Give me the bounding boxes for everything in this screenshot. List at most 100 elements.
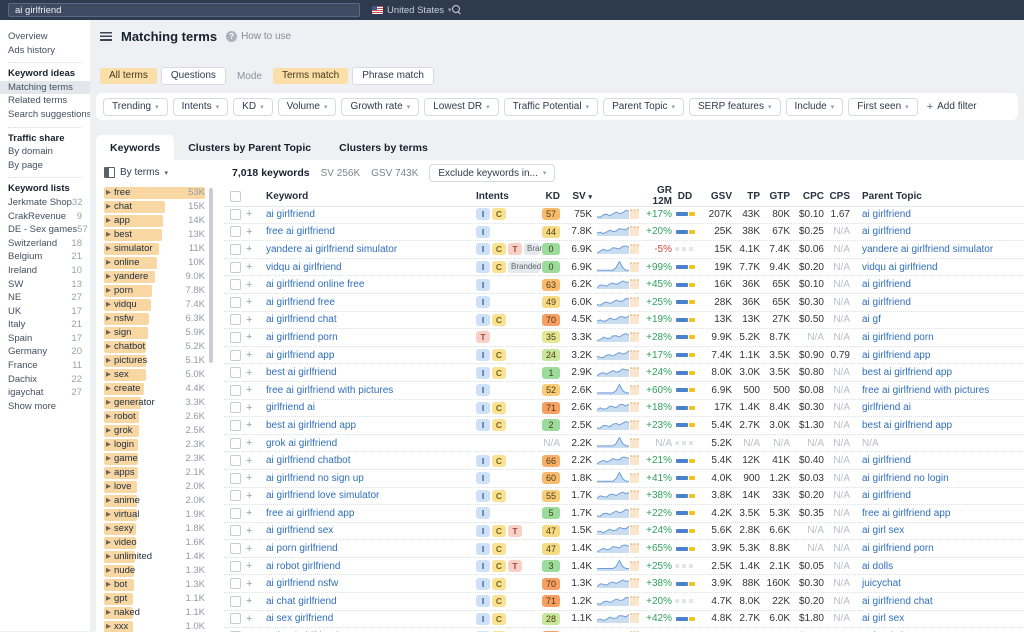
select-all-checkbox[interactable] [230, 191, 241, 202]
row-checkbox[interactable] [230, 561, 241, 572]
expand-caret-icon[interactable]: ▶ [106, 256, 111, 270]
parent-topic-link[interactable]: ai girlfriend [862, 297, 911, 308]
parent-topic-link[interactable]: ai girlfriend app [862, 350, 930, 361]
parent-topic-link[interactable]: ai girlfriend [862, 455, 911, 466]
col-cpc[interactable]: CPC [790, 191, 824, 202]
filter-volume[interactable]: Volume▾ [278, 98, 337, 116]
keyword-link[interactable]: yandere ai girlfriend simulator [266, 244, 397, 255]
term-filter-nude[interactable]: ▶ nude 1.3K [104, 564, 205, 578]
keyword-link[interactable]: best ai girlfriend [266, 367, 337, 378]
col-tp[interactable]: TP [732, 191, 760, 202]
add-to-list-button[interactable]: + [246, 402, 266, 414]
row-checkbox[interactable] [230, 262, 241, 273]
keyword-link[interactable]: ai girlfriend love simulator [266, 490, 379, 501]
expand-caret-icon[interactable]: ▶ [106, 312, 111, 326]
expand-caret-icon[interactable]: ▶ [106, 200, 111, 214]
row-checkbox[interactable] [230, 385, 241, 396]
term-filter-pictures[interactable]: ▶ pictures 5.1K [104, 354, 205, 368]
expand-caret-icon[interactable]: ▶ [106, 620, 111, 632]
sidebar-item-dachix[interactable]: Dachix22 [0, 373, 90, 387]
filter-first-seen[interactable]: First seen▾ [848, 98, 917, 116]
keyword-link[interactable]: ai porn girlfriend [266, 543, 338, 554]
parent-topic-link[interactable]: ai girlfriend porn [862, 543, 934, 554]
sidebar-item-france[interactable]: France11 [0, 359, 90, 373]
tab-terms-match[interactable]: Terms match [273, 68, 348, 84]
row-checkbox[interactable] [230, 543, 241, 554]
sidebar-item-ne[interactable]: NE27 [0, 291, 90, 305]
sidebar-item-germany[interactable]: Germany20 [0, 345, 90, 359]
keyword-link[interactable]: free ai girlfriend [266, 226, 335, 237]
add-to-list-button[interactable]: + [246, 226, 266, 238]
col-gtp[interactable]: GTP [760, 191, 790, 202]
sidebar-item-switzerland[interactable]: Switzerland18 [0, 237, 90, 251]
sidebar-item-crakrevenue[interactable]: CrakRevenue9 [0, 210, 90, 224]
term-filter-simulator[interactable]: ▶ simulator 11K [104, 242, 205, 256]
expand-caret-icon[interactable]: ▶ [106, 536, 111, 550]
expand-caret-icon[interactable]: ▶ [106, 242, 111, 256]
expand-caret-icon[interactable]: ▶ [106, 438, 111, 452]
by-terms-control[interactable]: By terms ▾ [104, 167, 168, 178]
row-checkbox[interactable] [230, 244, 241, 255]
keyword-link[interactable]: ai girlfriend chat [266, 314, 337, 325]
parent-topic-link[interactable]: ai girlfriend [862, 209, 911, 220]
row-checkbox[interactable] [230, 490, 241, 501]
term-filter-create[interactable]: ▶ create 4.4K [104, 382, 205, 396]
expand-caret-icon[interactable]: ▶ [106, 480, 111, 494]
term-filter-gpt[interactable]: ▶ gpt 1.1K [104, 592, 205, 606]
exclude-keywords-button[interactable]: Exclude keywords in... ▾ [429, 164, 555, 182]
row-checkbox[interactable] [230, 455, 241, 466]
view-tab-clusters-by-terms[interactable]: Clusters by terms [325, 135, 442, 160]
add-to-list-button[interactable]: + [246, 279, 266, 291]
sidebar-item-belgium[interactable]: Belgium21 [0, 250, 90, 264]
parent-topic-link[interactable]: girlfriend ai [862, 402, 911, 413]
sidebar-item-show-more[interactable]: Show more [0, 400, 90, 414]
term-filter-porn[interactable]: ▶ porn 7.8K [104, 284, 205, 298]
term-filter-nsfw[interactable]: ▶ nsfw 6.3K [104, 312, 205, 326]
row-checkbox[interactable] [230, 613, 241, 624]
keyword-link[interactable]: free ai girlfriend app [266, 508, 354, 519]
search-button[interactable] [450, 3, 466, 17]
add-to-list-button[interactable]: + [246, 384, 266, 396]
row-checkbox[interactable] [230, 279, 241, 290]
expand-caret-icon[interactable]: ▶ [106, 578, 111, 592]
sidebar-item-sw[interactable]: SW13 [0, 278, 90, 292]
facet-scrollbar[interactable] [209, 188, 213, 363]
row-checkbox[interactable] [230, 473, 241, 484]
expand-caret-icon[interactable]: ▶ [106, 550, 111, 564]
parent-topic-link[interactable]: best ai girlfriend app [862, 420, 952, 431]
term-filter-chat[interactable]: ▶ chat 15K [104, 200, 205, 214]
row-checkbox[interactable] [230, 420, 241, 431]
term-filter-online[interactable]: ▶ online 10K [104, 256, 205, 270]
col-dd[interactable]: DD [672, 191, 698, 202]
expand-caret-icon[interactable]: ▶ [106, 396, 111, 410]
add-to-list-button[interactable]: + [246, 455, 266, 467]
menu-icon[interactable] [100, 32, 112, 41]
term-filter-generator[interactable]: ▶ generator 3.3K [104, 396, 205, 410]
add-to-list-button[interactable]: + [246, 525, 266, 537]
sidebar-item-uk[interactable]: UK17 [0, 305, 90, 319]
sidebar-item-search-suggestions[interactable]: Search suggestions [0, 108, 90, 122]
expand-caret-icon[interactable]: ▶ [106, 592, 111, 606]
row-checkbox[interactable] [230, 402, 241, 413]
expand-caret-icon[interactable]: ▶ [106, 424, 111, 438]
add-to-list-button[interactable]: + [246, 507, 266, 519]
term-filter-login[interactable]: ▶ login 2.3K [104, 438, 205, 452]
term-filter-video[interactable]: ▶ video 1.6K [104, 536, 205, 550]
add-to-list-button[interactable]: + [246, 543, 266, 555]
row-checkbox[interactable] [230, 438, 241, 449]
expand-caret-icon[interactable]: ▶ [106, 452, 111, 466]
keyword-link[interactable]: ai girlfriend sex [266, 525, 333, 536]
keyword-link[interactable]: ai girlfriend chatbot [266, 455, 351, 466]
sidebar-item-matching-terms[interactable]: Matching terms [0, 81, 90, 95]
tab-all-terms[interactable]: All terms [100, 68, 157, 84]
keyword-link[interactable]: free ai girlfriend with pictures [266, 385, 393, 396]
expand-caret-icon[interactable]: ▶ [106, 606, 111, 620]
keyword-link[interactable]: ai girlfriend nsfw [266, 578, 338, 589]
term-filter-game[interactable]: ▶ game 2.3K [104, 452, 205, 466]
term-filter-unlimited[interactable]: ▶ unlimited 1.4K [104, 550, 205, 564]
sidebar-item-by-domain[interactable]: By domain [0, 145, 90, 159]
term-filter-sign[interactable]: ▶ sign 5.9K [104, 326, 205, 340]
sidebar-item-spain[interactable]: Spain17 [0, 332, 90, 346]
expand-caret-icon[interactable]: ▶ [106, 186, 111, 200]
filter-serp-features[interactable]: SERP features▾ [689, 98, 780, 116]
